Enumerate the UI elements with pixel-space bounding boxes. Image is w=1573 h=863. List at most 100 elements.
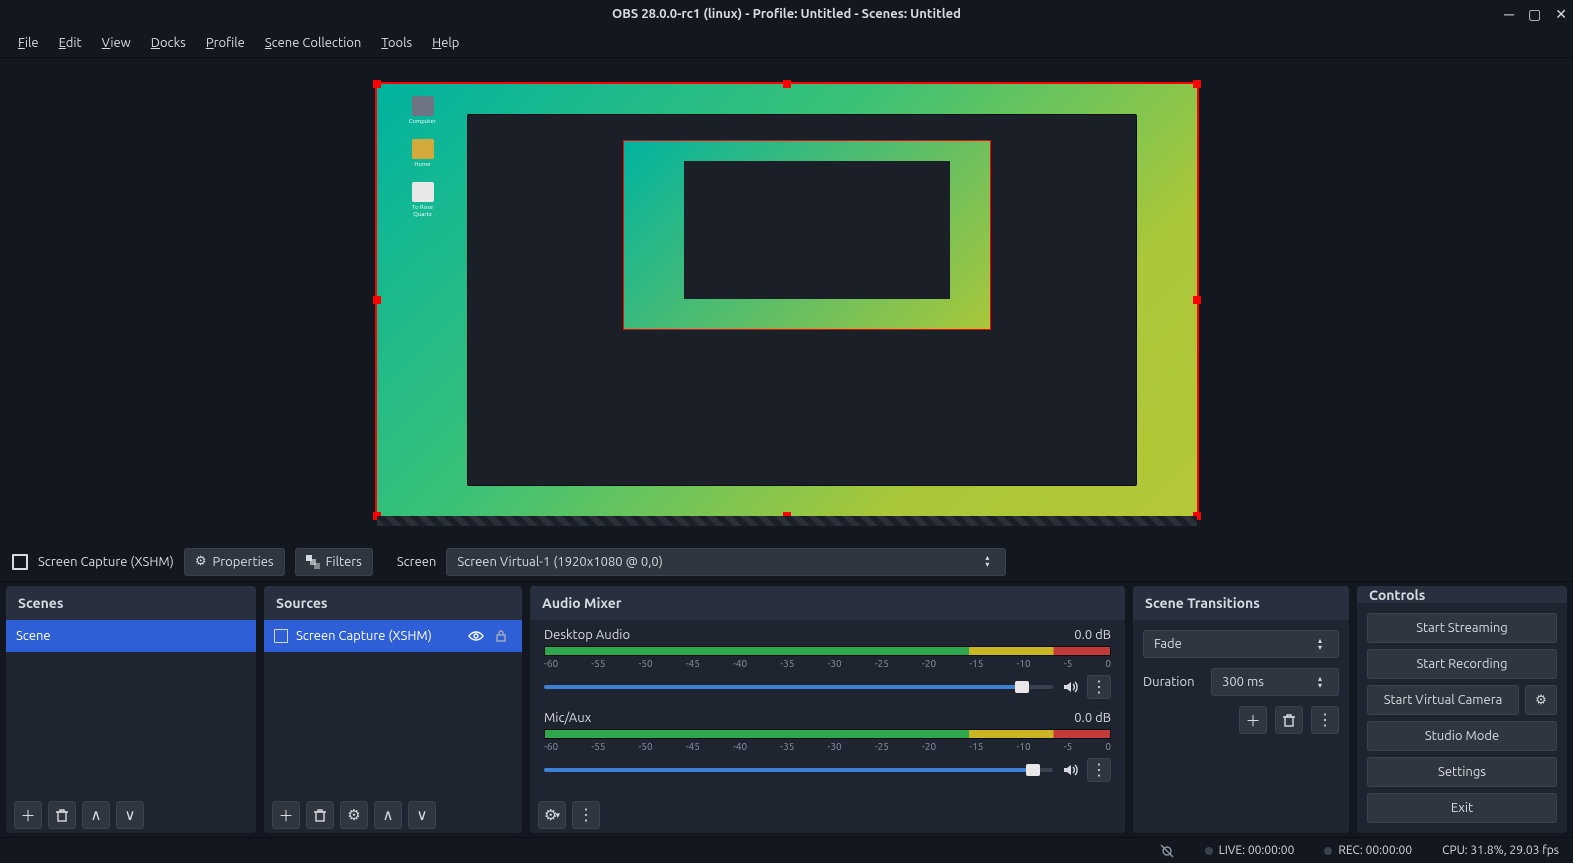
menu-help[interactable]: Help [424, 32, 467, 54]
monitor-icon [12, 554, 28, 570]
screen-select[interactable]: Screen Virtual-1 (1920x1080 @ 0,0) ▴▾ [446, 548, 1006, 576]
minimize-icon[interactable]: ─ [1504, 6, 1514, 22]
context-source-name: Screen Capture (XSHM) [38, 555, 174, 569]
filters-button[interactable]: Filters [295, 548, 373, 576]
exit-button[interactable]: Exit [1367, 793, 1557, 823]
add-transition-button[interactable]: ＋ [1239, 706, 1267, 734]
mixer-header: Audio Mixer [530, 586, 1125, 620]
delete-button[interactable] [48, 801, 76, 829]
menu-edit[interactable]: Edit [51, 32, 90, 54]
transitions-header: Scene Transitions [1133, 586, 1349, 620]
source-item[interactable]: Screen Capture (XSHM) [264, 620, 522, 652]
visibility-toggle-icon[interactable] [468, 628, 486, 644]
sources-dock: Sources Screen Capture (XSHM) ＋ ⚙ ∧ ∨ [264, 586, 522, 833]
move-down-button[interactable]: ∨ [116, 801, 144, 829]
resize-handle[interactable] [373, 512, 381, 520]
meter-scale: -60-55-50-45-40-35-30-25-20-15-10-50 [544, 741, 1111, 752]
track-menu-button[interactable]: ⋮ [1087, 758, 1111, 782]
transitions-body: Fade ▴▾ Duration 300 ms ▴▾ ＋ ⋮ [1133, 620, 1349, 744]
advanced-audio-button[interactable]: ⚙▾ [538, 801, 566, 829]
mixer-menu-button[interactable]: ⋮ [572, 801, 600, 829]
menu-profile[interactable]: Profile [198, 32, 253, 54]
studio-mode-button[interactable]: Studio Mode [1367, 721, 1557, 751]
controls-header: Controls [1357, 586, 1567, 603]
properties-button[interactable]: ⚙ Properties [184, 548, 285, 576]
spinner-icon[interactable]: ▴▾ [1312, 638, 1328, 651]
window-title: OBS 28.0.0-rc1 (linux) - Profile: Untitl… [612, 7, 961, 21]
add-button[interactable]: ＋ [14, 801, 42, 829]
track-menu-button[interactable]: ⋮ [1087, 675, 1111, 699]
screen-label: Screen [397, 555, 437, 569]
desktop-icon-file: To Rose Quartz [407, 182, 439, 218]
menu-view[interactable]: View [94, 32, 139, 54]
gear-icon: ⚙ [195, 554, 207, 569]
transitions-dock: Scene Transitions Fade ▴▾ Duration 300 m… [1133, 586, 1349, 833]
scene-item[interactable]: Scene [6, 620, 256, 652]
filters-icon [306, 555, 320, 569]
sources-footer: ＋ ⚙ ∧ ∨ [264, 797, 522, 833]
status-cpu: CPU: 31.8%, 29.03 fps [1442, 844, 1559, 857]
resize-handle[interactable] [1193, 80, 1201, 88]
controls-dock: Controls Start Streaming Start Recording… [1357, 586, 1567, 833]
resize-handle[interactable] [373, 80, 381, 88]
mixer-track: Mic/Aux 0.0 dB -60-55-50-45-40-35-30-25-… [530, 703, 1125, 786]
resize-handle[interactable] [783, 80, 791, 88]
menu-file[interactable]: File [10, 32, 47, 54]
spinner-icon[interactable]: ▴▾ [1312, 676, 1328, 689]
sources-header: Sources [264, 586, 522, 620]
statusbar: LIVE: 00:00:00 REC: 00:00:00 CPU: 31.8%,… [0, 837, 1573, 863]
volume-slider[interactable] [544, 685, 1053, 689]
preview-canvas[interactable]: Computer Home To Rose Quartz [377, 84, 1197, 516]
settings-button[interactable]: Settings [1367, 757, 1557, 787]
move-up-button[interactable]: ∧ [374, 801, 402, 829]
close-icon[interactable]: ✕ [1555, 6, 1567, 23]
transition-select[interactable]: Fade ▴▾ [1143, 630, 1339, 658]
duration-label: Duration [1143, 675, 1203, 689]
track-db: 0.0 dB [1074, 711, 1111, 725]
transition-menu-button[interactable]: ⋮ [1311, 706, 1339, 734]
sources-list[interactable]: Screen Capture (XSHM) [264, 620, 522, 797]
menu-tools[interactable]: Tools [373, 32, 420, 54]
resize-handle[interactable] [1193, 512, 1201, 520]
resize-handle[interactable] [373, 296, 381, 304]
add-button[interactable]: ＋ [272, 801, 300, 829]
speaker-icon[interactable] [1061, 678, 1079, 696]
track-name: Desktop Audio [544, 628, 630, 642]
mixer-body: Desktop Audio 0.0 dB -60-55-50-45-40-35-… [530, 620, 1125, 797]
properties-button[interactable]: ⚙ [340, 801, 368, 829]
volume-slider[interactable] [544, 768, 1053, 772]
delete-transition-button[interactable] [1275, 706, 1303, 734]
menu-scene-collection[interactable]: Scene Collection [257, 32, 369, 54]
mixer-footer: ⚙▾ ⋮ [530, 797, 1125, 833]
resize-handle[interactable] [783, 512, 791, 520]
virtual-camera-settings-button[interactable]: ⚙ [1525, 685, 1557, 715]
audio-meter [544, 646, 1111, 656]
start-recording-button[interactable]: Start Recording [1367, 649, 1557, 679]
lock-icon[interactable] [494, 629, 512, 643]
maximize-icon[interactable]: ▢ [1528, 6, 1541, 23]
track-name: Mic/Aux [544, 711, 591, 725]
controls-body: Start Streaming Start Recording Start Vi… [1357, 603, 1567, 833]
start-streaming-button[interactable]: Start Streaming [1367, 613, 1557, 643]
source-context-bar: Screen Capture (XSHM) ⚙ Properties Filte… [0, 542, 1573, 582]
scenes-header: Scenes [6, 586, 256, 620]
spinner-icon[interactable]: ▴▾ [979, 555, 995, 568]
speaker-icon[interactable] [1061, 761, 1079, 779]
scenes-list[interactable]: Scene [6, 620, 256, 797]
audio-meter [544, 729, 1111, 739]
window-controls: ─ ▢ ✕ [1504, 0, 1567, 28]
menubar: File Edit View Docks Profile Scene Colle… [0, 28, 1573, 58]
move-up-button[interactable]: ∧ [82, 801, 110, 829]
delete-button[interactable] [306, 801, 334, 829]
titlebar: OBS 28.0.0-rc1 (linux) - Profile: Untitl… [0, 0, 1573, 28]
desktop-icon-computer: Computer [407, 96, 439, 125]
menu-docks[interactable]: Docks [143, 32, 194, 54]
docks-row: Scenes Scene ＋ ∧ ∨ Sources Screen Captur… [0, 582, 1573, 837]
mixer-track: Desktop Audio 0.0 dB -60-55-50-45-40-35-… [530, 620, 1125, 703]
preview-area[interactable]: Computer Home To Rose Quartz [0, 58, 1573, 542]
move-down-button[interactable]: ∨ [408, 801, 436, 829]
duration-input[interactable]: 300 ms ▴▾ [1211, 668, 1339, 696]
resize-handle[interactable] [1193, 296, 1201, 304]
start-virtual-camera-button[interactable]: Start Virtual Camera [1367, 685, 1519, 715]
monitor-icon [274, 629, 288, 643]
